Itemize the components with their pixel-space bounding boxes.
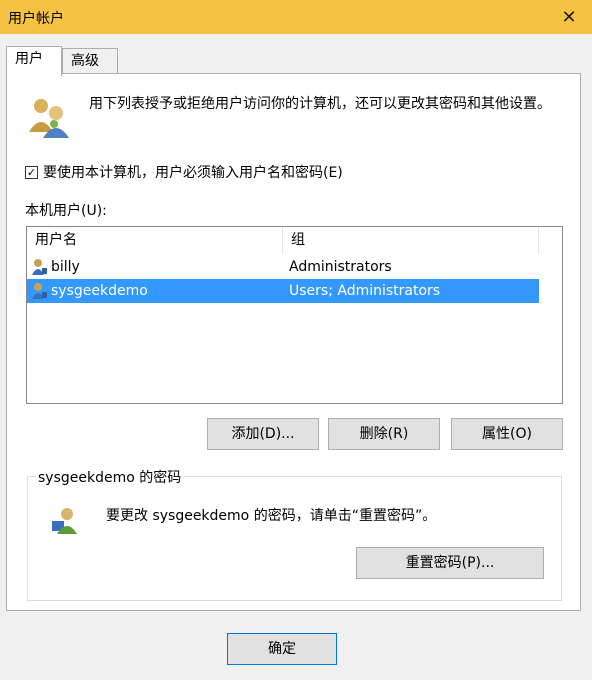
row-group: Administrators xyxy=(289,259,392,275)
user-icon xyxy=(32,283,47,299)
password-help-text: 要更改 sysgeekdemo 的密码，请单击“重置密码”。 xyxy=(106,508,437,524)
users-listview[interactable]: 用户名 组 billy Administrators sysgeekdemo U… xyxy=(26,226,563,404)
ok-button[interactable]: 确定 xyxy=(227,633,337,665)
local-users-label: 本机用户(U): xyxy=(25,203,107,219)
password-group-legend: sysgeekdemo 的密码 xyxy=(36,467,184,487)
password-groupbox: sysgeekdemo 的密码 要更改 sysgeekdemo 的密码，请单击“… xyxy=(27,467,562,601)
check-icon: ✓ xyxy=(26,165,37,179)
reset-password-button[interactable]: 重置密码(P)... xyxy=(356,547,544,579)
intro-text: 用下列表授予或拒绝用户访问你的计算机，还可以更改其密码和其他设置。 xyxy=(89,96,551,112)
users-group-icon xyxy=(29,99,69,138)
window-title: 用户帐户 xyxy=(8,11,64,27)
require-login-checkbox[interactable]: ✓ xyxy=(25,165,38,179)
tab-advanced[interactable]: 高级 xyxy=(62,48,118,74)
column-header-username[interactable]: 用户名 xyxy=(27,227,283,254)
user-icon xyxy=(32,259,47,275)
title-bar[interactable]: 用户帐户 ✕ xyxy=(0,0,592,34)
tab-panel: 用下列表授予或拒绝用户访问你的计算机，还可以更改其密码和其他设置。 ✓ 要使用本… xyxy=(6,73,581,611)
add-user-button[interactable]: 添加(D)... xyxy=(207,418,319,450)
table-row[interactable]: billy Administrators xyxy=(27,255,539,279)
close-button[interactable]: ✕ xyxy=(546,0,592,34)
table-row-selected[interactable]: sysgeekdemo Users; Administrators xyxy=(27,279,539,303)
row-group: Users; Administrators xyxy=(289,283,441,299)
delete-user-button[interactable]: 删除(R) xyxy=(328,418,440,450)
column-header-group[interactable]: 组 xyxy=(283,227,539,254)
list-header: 用户名 组 xyxy=(27,227,539,254)
tab-users[interactable]: 用户 xyxy=(6,46,62,76)
properties-button[interactable]: 属性(O) xyxy=(451,418,563,450)
row-username: billy xyxy=(51,259,80,275)
require-login-option[interactable]: ✓ 要使用本计算机，用户必须输入用户名和密码(E) xyxy=(25,162,343,182)
close-icon: ✕ xyxy=(561,6,577,28)
row-username: sysgeekdemo xyxy=(51,283,148,299)
require-login-label: 要使用本计算机，用户必须输入用户名和密码(E) xyxy=(43,165,343,181)
user-password-icon xyxy=(52,508,77,534)
